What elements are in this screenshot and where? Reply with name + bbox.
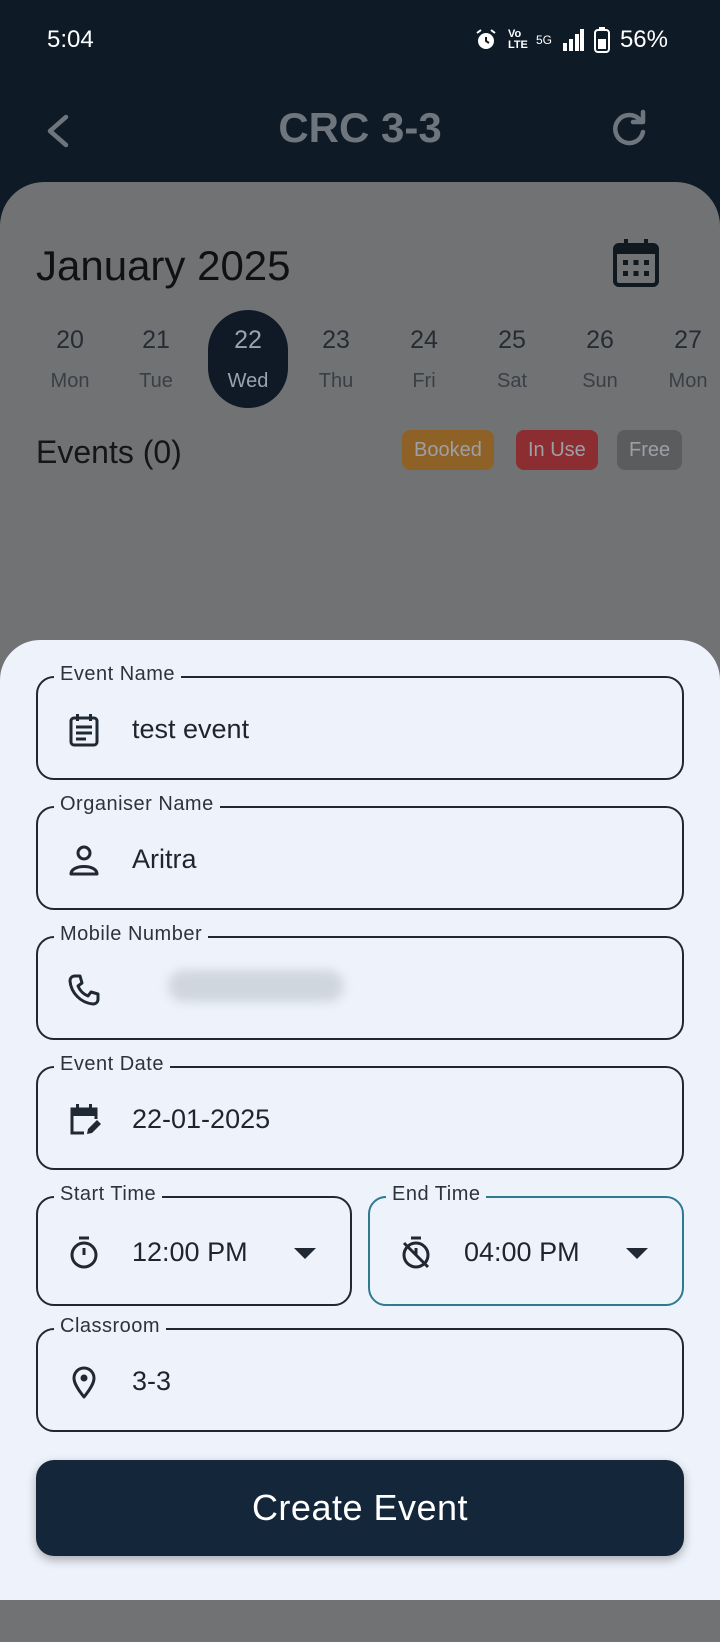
- day-item[interactable]: 26 Sun: [560, 310, 640, 408]
- status-icons: Vo LTE 5G 56%: [474, 26, 668, 54]
- day-item[interactable]: 21 Tue: [116, 310, 196, 408]
- day-item[interactable]: 20 Mon: [30, 310, 110, 408]
- event-note-icon: [69, 714, 99, 747]
- end-time-dropdown[interactable]: End Time 04:00 PM: [368, 1183, 684, 1306]
- classroom-field[interactable]: Classroom 3-3: [36, 1315, 684, 1432]
- network-type: 5G: [535, 33, 552, 47]
- calendar-picker-button[interactable]: [612, 238, 660, 288]
- organiser-name-label: Organiser Name: [54, 793, 220, 816]
- legend-in-use-badge: In Use: [516, 430, 598, 470]
- mobile-number-label: Mobile Number: [54, 923, 209, 946]
- mobile-number-field[interactable]: Mobile Number: [36, 923, 684, 1040]
- app-bar: CRC 3-3: [0, 82, 720, 182]
- legend-free-badge: Free: [617, 430, 683, 470]
- location-pin-icon: [72, 1366, 96, 1399]
- classroom-value: 3-3: [132, 1366, 172, 1396]
- alarm-icon: [476, 29, 496, 49]
- battery-level: 56%: [619, 26, 668, 53]
- legend-booked-badge: Booked: [402, 430, 494, 470]
- volte-indicator: Vo LTE: [507, 28, 528, 51]
- chevron-down-icon: [294, 1248, 316, 1259]
- create-event-sheet: Event Name test event Organiser Name Ari…: [0, 640, 720, 1600]
- status-time: 5:04: [47, 26, 94, 53]
- calendar-icon: [613, 239, 659, 287]
- chevron-down-icon: [626, 1248, 648, 1259]
- edit-calendar-icon: [70, 1104, 101, 1135]
- event-date-value: 22-01-2025: [132, 1104, 271, 1134]
- person-icon: [69, 845, 99, 876]
- signal-icon: [562, 29, 584, 51]
- event-name-label: Event Name: [54, 663, 182, 686]
- start-time-label: Start Time: [54, 1183, 163, 1206]
- month-title: January 2025: [36, 242, 291, 289]
- organiser-name-value: Aritra: [132, 844, 197, 874]
- day-item[interactable]: 27 Mon: [648, 310, 720, 408]
- event-date-field[interactable]: Event Date 22-01-2025: [36, 1053, 684, 1170]
- event-name-value: test event: [132, 714, 250, 744]
- start-time-value: 12:00 PM: [132, 1237, 248, 1267]
- refresh-button[interactable]: [606, 106, 652, 152]
- event-date-label: Event Date: [54, 1053, 170, 1076]
- refresh-icon: [613, 109, 646, 146]
- day-strip: 20 Mon 21 Tue 22 Wed 23 Thu 24 Fri 25 Sat 26 Su…: [26, 310, 720, 410]
- end-time-label: End Time: [386, 1183, 487, 1206]
- status-bar: 5:04 Vo LTE 5G 56%: [0, 0, 720, 82]
- battery-icon: [593, 27, 610, 53]
- day-item[interactable]: 23 Thu: [296, 310, 376, 408]
- event-name-field[interactable]: Event Name test event: [36, 663, 684, 780]
- timer-off-icon: [402, 1236, 430, 1269]
- start-time-dropdown[interactable]: Start Time 12:00 PM: [36, 1183, 352, 1306]
- day-item-selected[interactable]: 22 Wed: [208, 310, 288, 408]
- classroom-label: Classroom: [54, 1315, 167, 1338]
- organiser-name-field[interactable]: Organiser Name Aritra: [36, 793, 684, 910]
- timer-icon: [70, 1236, 98, 1269]
- create-event-button[interactable]: Create Event: [36, 1460, 684, 1556]
- day-item[interactable]: 24 Fri: [384, 310, 464, 408]
- redacted-phone-number: [168, 970, 344, 1002]
- end-time-value: 04:00 PM: [464, 1237, 580, 1267]
- events-heading: Events (0): [36, 434, 182, 470]
- phone-icon: [68, 974, 100, 1006]
- day-item[interactable]: 25 Sat: [472, 310, 552, 408]
